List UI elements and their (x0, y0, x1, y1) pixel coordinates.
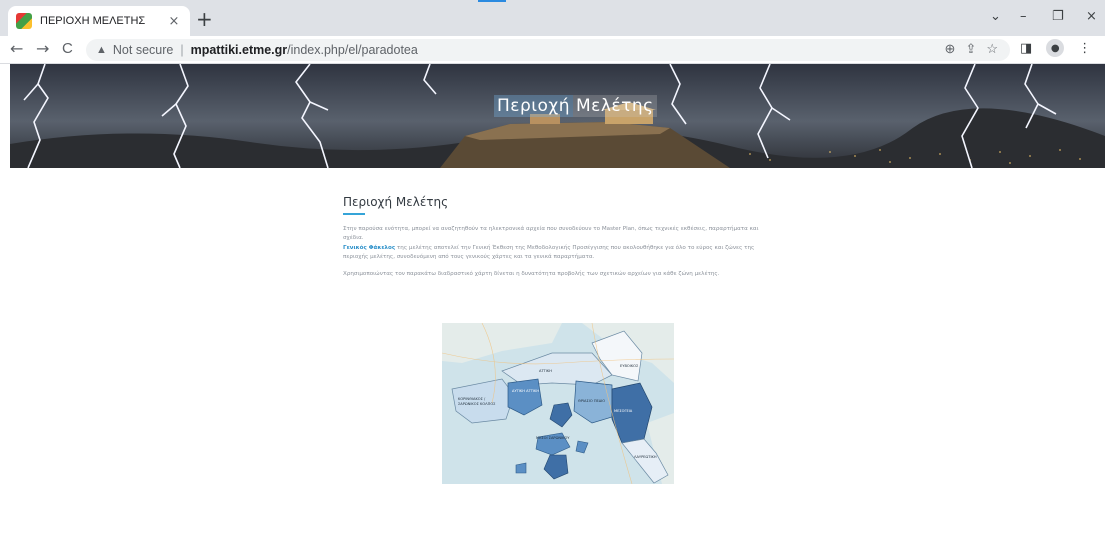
url-path: /index.php/el/paradotea (287, 43, 418, 57)
map-label-dytiki-attiki: ΔΥΤΙΚΗ ΑΤΤΙΚΗ (512, 389, 540, 393)
page-title: Περιοχή Μελέτης (343, 195, 449, 209)
map-label-lavreotiki: ΛΑΥΡΕΩΤΙΚΗ (634, 455, 657, 459)
back-button[interactable]: ← (10, 39, 23, 59)
hero-title-word-1: Περιοχή (494, 95, 574, 117)
tab-title: ΠΕΡΙΟΧΗ ΜΕΛΕΤΗΣ (40, 15, 146, 27)
profile-avatar-icon[interactable]: ● (1046, 39, 1065, 57)
restore-window-button[interactable]: ❐ (1052, 9, 1064, 24)
side-panel-icon[interactable]: ◨ (1020, 41, 1032, 56)
map-label-korinthiakos: ΚΟΡΙΝΘΙΑΚΟΣ / ΣΑΡΩΝΙΚΟΣ ΚΟΛΠΟΣ (458, 397, 496, 406)
tab-search-dropdown-icon[interactable]: ⌄ (990, 9, 1001, 24)
main-content: Περιοχή Μελέτης Στην παρούσα ενότητα, μπ… (10, 168, 1105, 556)
hero-title-word-2: Μελέτης (573, 95, 657, 117)
security-label: Not secure (112, 43, 174, 57)
map-label-evvoikos: ΕΥΒΟΙΚΟΣ (620, 364, 639, 368)
minimize-window-button[interactable]: – (1020, 9, 1027, 24)
bookmark-star-icon[interactable]: ☆ (986, 41, 998, 57)
map-label-attiki: ΑΤΤΙΚΗ (539, 369, 552, 373)
general-folder-link[interactable]: Γενικός Φάκελος (343, 245, 395, 251)
share-icon[interactable]: ⇪ (965, 41, 976, 57)
site-favicon-icon (16, 13, 32, 29)
hero-banner: Περιοχή Μελέτης (10, 64, 1105, 168)
browser-toolbar: ← → C ▲ Not secure | mpattiki.etme.gr /i… (0, 36, 1105, 64)
map-label-saronikos: ΝΗΣΟΙ ΣΑΡΩΝΙΚΟΥ (536, 436, 570, 440)
url-host: mpattiki.etme.gr (190, 43, 288, 57)
menu-kebab-icon[interactable]: ⋮ (1078, 41, 1091, 56)
map-label-thriasio: ΘΡΙΑΣΙΟ ΠΕΔΙΟ (578, 399, 606, 403)
intro-paragraph: Στην παρούσα ενότητα, μπορεί να αναζητηθ… (343, 226, 759, 241)
title-underline (343, 213, 365, 215)
tab-strip-accent (478, 0, 506, 2)
interactive-study-area-map[interactable]: ΕΥΒΟΙΚΟΣ ΑΤΤΙΚΗ ΔΥΤΙΚΗ ΑΤΤΙΚΗ ΚΟΡΙΝΘΙΑΚΟ… (442, 323, 674, 484)
region-saronikos-island-3 (515, 462, 527, 474)
address-bar[interactable]: ▲ Not secure | mpattiki.etme.gr /index.p… (86, 39, 1010, 61)
map-instructions-paragraph: Χρησιμοποιώντας τον παρακάτω διαδραστικό… (343, 271, 720, 277)
not-secure-warning-icon[interactable]: ▲ (96, 44, 107, 56)
browser-tab-active[interactable]: ΠΕΡΙΟΧΗ ΜΕΛΕΤΗΣ × (8, 6, 190, 36)
map-label-mesogeia: ΜΕΣΟΓΕΙΑ (614, 409, 633, 413)
reload-button[interactable]: C (62, 39, 73, 59)
zoom-icon[interactable]: ⊕ (945, 41, 956, 57)
general-folder-paragraph: Γενικός Φάκελος της μελέτης αποτελεί την… (343, 244, 773, 262)
browser-tab-strip: ΠΕΡΙΟΧΗ ΜΕΛΕΤΗΣ × + ⌄ – ❐ × (0, 0, 1105, 36)
forward-button[interactable]: → (36, 39, 49, 59)
close-window-button[interactable]: × (1086, 9, 1097, 24)
hero-title: Περιοχή Μελέτης (494, 95, 657, 117)
general-folder-text: της μελέτης αποτελεί την Γενική Έκθεση τ… (343, 245, 755, 260)
new-tab-button[interactable]: + (196, 9, 213, 29)
address-separator: | (180, 43, 184, 57)
tab-close-icon[interactable]: × (166, 14, 182, 29)
